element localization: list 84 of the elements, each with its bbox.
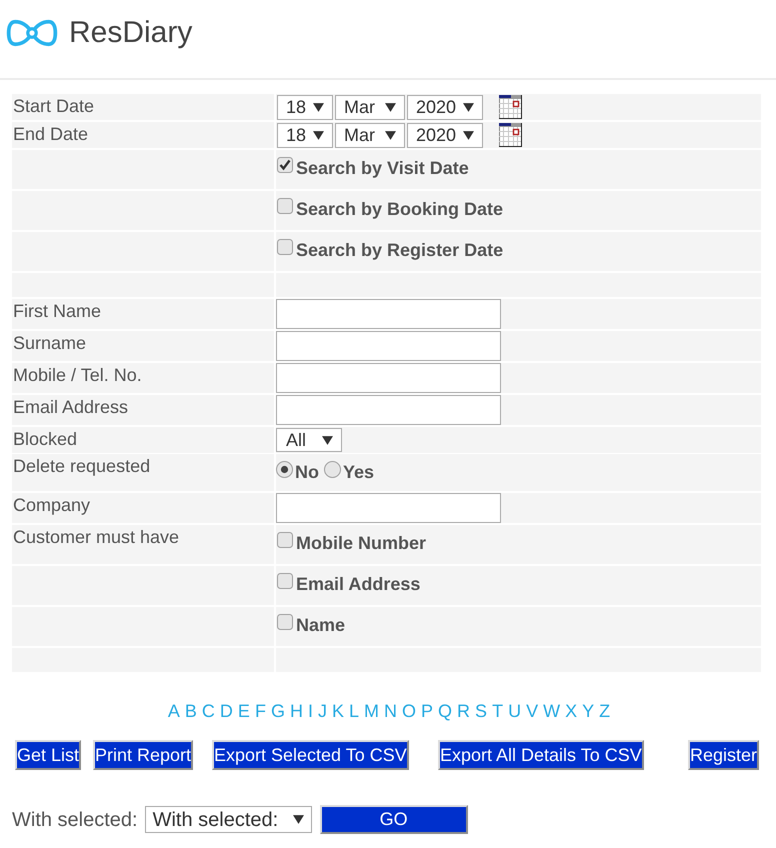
caret-icon [385, 131, 396, 140]
field-label: First Name [13, 301, 102, 321]
letter-link[interactable]: E [238, 700, 250, 722]
radio-label: Yes [343, 461, 374, 483]
letter-link[interactable]: R [457, 700, 470, 722]
text-input[interactable] [276, 493, 501, 523]
action-button[interactable]: Register [688, 740, 760, 770]
logo-icon [5, 19, 59, 47]
year-dropdown[interactable]: 2020 [407, 95, 483, 120]
action-button[interactable]: Get List [15, 740, 82, 770]
checkbox-label: Search by Register Date [296, 239, 504, 261]
letter-link[interactable]: H [290, 700, 303, 722]
field-label: Company [13, 495, 90, 515]
letter-link[interactable]: I [308, 700, 313, 722]
letter-link[interactable]: W [543, 700, 560, 722]
caret-icon [463, 131, 474, 140]
caret-icon [292, 815, 304, 824]
letter-link[interactable]: F [254, 700, 266, 722]
year-dropdown[interactable]: 2020 [407, 123, 483, 148]
checkbox[interactable] [277, 239, 293, 255]
caret-icon [322, 436, 333, 444]
text-input[interactable] [276, 299, 501, 329]
field-label: Delete requested [13, 456, 150, 476]
action-button[interactable]: Export All Details To CSV [438, 740, 644, 770]
calendar-icon[interactable] [499, 123, 522, 147]
letter-link[interactable]: P [421, 700, 434, 722]
letter-link[interactable]: B [184, 700, 197, 722]
letter-link[interactable]: A [168, 700, 180, 722]
logo-text: ResDiary [69, 15, 192, 51]
text-input[interactable] [276, 363, 501, 393]
field-label: Mobile / Tel. No. [13, 365, 142, 385]
radio-label: No [295, 461, 319, 483]
bulk-action-dropdown[interactable]: With selected: [144, 806, 312, 833]
checkbox-label: Name [296, 614, 346, 636]
text-input[interactable] [276, 395, 501, 425]
radio-button[interactable] [276, 461, 293, 478]
blocked-dropdown[interactable]: All [276, 428, 342, 452]
field-label: Customer must have [13, 527, 180, 547]
field-label: Start Date [13, 96, 94, 116]
letter-link[interactable]: X [565, 700, 578, 722]
go-button[interactable]: GO [320, 805, 468, 834]
day-dropdown[interactable]: 18 [277, 95, 333, 120]
letter-link[interactable]: Y [582, 700, 594, 722]
letter-link[interactable]: K [332, 700, 344, 722]
calendar-icon[interactable] [499, 95, 522, 119]
text-input[interactable] [276, 331, 501, 361]
checkbox-label: Email Address [296, 573, 420, 595]
letter-link[interactable]: V [526, 700, 538, 722]
day-dropdown[interactable]: 18 [277, 123, 333, 148]
letter-link[interactable]: J [318, 700, 327, 722]
checkbox[interactable] [277, 532, 293, 548]
caret-icon [385, 103, 396, 112]
radio-button[interactable] [324, 461, 341, 478]
letter-link[interactable]: M [364, 700, 379, 722]
action-button[interactable]: Print Report [93, 740, 194, 770]
letter-link[interactable]: Z [599, 700, 610, 722]
action-button[interactable]: Export Selected To CSV [212, 740, 409, 770]
letter-link[interactable]: L [348, 700, 359, 722]
letter-link[interactable]: G [270, 700, 285, 722]
letter-link[interactable]: Q [438, 700, 452, 722]
month-dropdown[interactable]: Mar [335, 123, 405, 148]
letter-link[interactable]: O [402, 700, 416, 722]
letter-link[interactable]: N [384, 700, 397, 722]
caret-icon [313, 103, 324, 112]
caret-icon [463, 103, 474, 112]
caret-icon [313, 131, 324, 140]
letter-link[interactable]: S [475, 700, 488, 722]
checkbox[interactable] [277, 157, 293, 173]
letter-link[interactable]: C [202, 700, 215, 722]
letter-link[interactable]: U [508, 700, 522, 722]
checkbox-label: Search by Visit Date [296, 157, 469, 179]
bulk-action-label: With selected: [12, 808, 138, 832]
field-label: Email Address [13, 397, 128, 417]
letter-link[interactable]: T [492, 700, 504, 722]
field-label: Surname [13, 333, 86, 353]
letter-link[interactable]: D [220, 700, 233, 722]
month-dropdown[interactable]: Mar [335, 95, 405, 120]
checkbox[interactable] [277, 198, 293, 214]
checkbox-label: Search by Booking Date [296, 198, 504, 220]
checkbox-label: Mobile Number [296, 532, 426, 554]
field-label: Blocked [13, 429, 78, 449]
field-label: End Date [13, 124, 88, 144]
checkbox[interactable] [277, 573, 293, 589]
checkbox[interactable] [277, 614, 293, 630]
